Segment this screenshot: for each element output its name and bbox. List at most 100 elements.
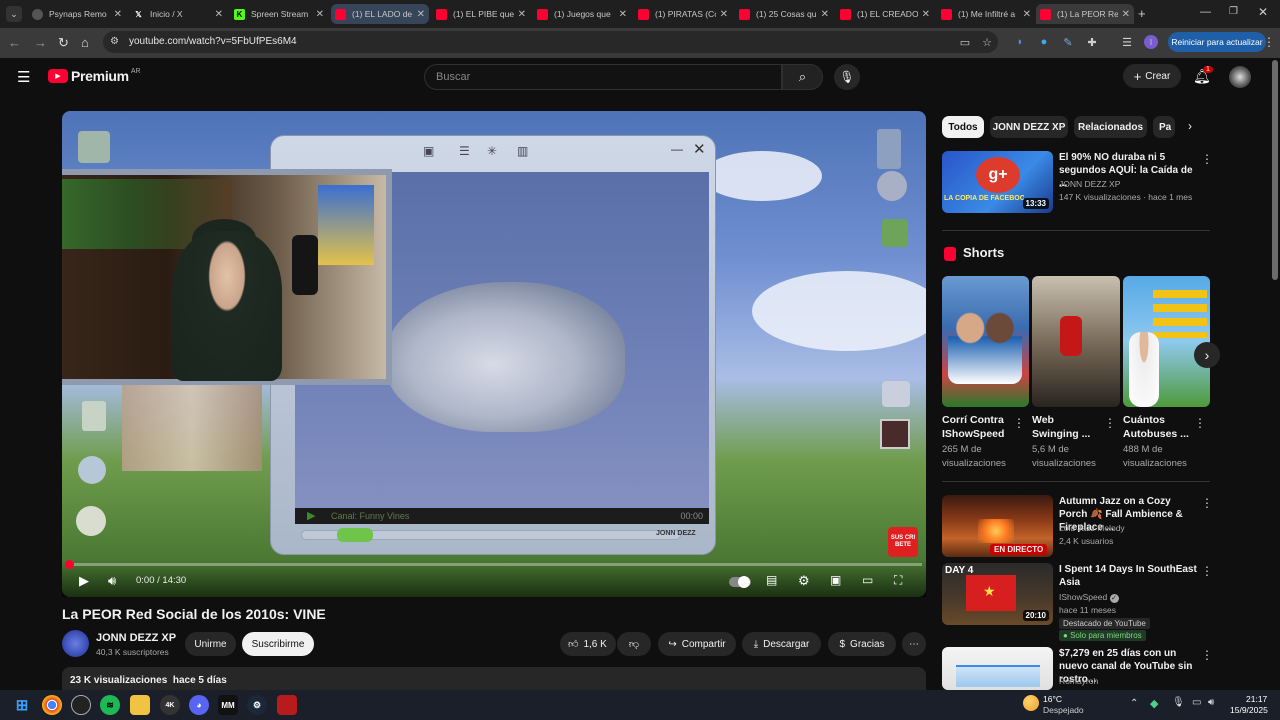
more-vertical-icon[interactable]: ⋮ bbox=[1013, 416, 1025, 430]
like-button[interactable]: 👍︎ 1,6 K bbox=[560, 632, 616, 656]
close-window-icon[interactable]: ✕ bbox=[1258, 5, 1268, 19]
chip-more[interactable]: Pa bbox=[1153, 116, 1175, 138]
miniplayer-icon[interactable]: ▣ bbox=[830, 573, 841, 587]
maximize-icon[interactable]: ❐ bbox=[1229, 6, 1238, 17]
site-info-icon[interactable]: ⚙ bbox=[110, 36, 119, 47]
windows-start-icon[interactable]: ⊞ bbox=[12, 695, 32, 715]
subscribe-button[interactable]: Suscribirme bbox=[242, 632, 314, 656]
obs-icon[interactable] bbox=[71, 695, 91, 715]
autoplay-toggle[interactable] bbox=[729, 576, 751, 588]
weather-condition[interactable]: Despejado bbox=[1043, 705, 1084, 715]
account-avatar[interactable] bbox=[1229, 66, 1251, 88]
install-app-icon[interactable]: ▭ bbox=[958, 35, 972, 49]
channel-avatar[interactable] bbox=[62, 630, 89, 657]
close-tab-icon[interactable]: ✕ bbox=[821, 9, 829, 20]
clock-time[interactable]: 21:17 bbox=[1246, 694, 1267, 704]
hamburger-menu-icon[interactable]: ☰ bbox=[17, 68, 30, 86]
spotify-icon[interactable]: ≋ bbox=[100, 695, 120, 715]
more-vertical-icon[interactable]: ⋮ bbox=[1194, 416, 1206, 430]
channel-name[interactable]: JONN DEZZ XP bbox=[96, 632, 176, 644]
progress-scrubber-dot[interactable] bbox=[65, 560, 74, 569]
rec-video-title[interactable]: I Spent 14 Days In SouthEast Asia bbox=[1059, 563, 1199, 589]
close-tab-icon[interactable]: ✕ bbox=[1122, 9, 1130, 20]
browser-tab[interactable]: (1) EL LADO de ✕ bbox=[331, 4, 429, 24]
more-vertical-icon[interactable]: ⋮ bbox=[1201, 648, 1213, 662]
short-thumbnail[interactable] bbox=[942, 276, 1029, 407]
chip-channel[interactable]: JONN DEZZ XP bbox=[990, 116, 1068, 138]
reload-icon[interactable]: ↻ bbox=[58, 35, 69, 51]
browser-menu-icon[interactable]: ⋮ bbox=[1263, 35, 1275, 49]
tab-search-button[interactable]: ⌄ bbox=[6, 6, 22, 22]
close-tab-icon[interactable]: ✕ bbox=[619, 9, 627, 20]
forward-icon[interactable]: → bbox=[34, 35, 47, 50]
dislike-button[interactable]: 👎︎ bbox=[617, 632, 651, 656]
create-button[interactable]: + Crear bbox=[1123, 64, 1181, 88]
temperature[interactable]: 16°C bbox=[1043, 694, 1062, 704]
short-title[interactable]: Cuántos Autobuses ... bbox=[1123, 413, 1191, 441]
share-button[interactable]: ↪ Compartir bbox=[658, 632, 736, 656]
close-tab-icon[interactable]: ✕ bbox=[720, 9, 728, 20]
chip-all[interactable]: Todos bbox=[942, 116, 984, 138]
browser-tab-active[interactable]: (1) La PEOR Re ✕ bbox=[1036, 4, 1134, 24]
extension-icon[interactable]: ✎ bbox=[1061, 35, 1075, 49]
profile-avatar[interactable]: I bbox=[1144, 35, 1158, 49]
app-icon[interactable]: MM bbox=[218, 695, 238, 715]
short-title[interactable]: Corrí Contra IShowSpeed bbox=[942, 413, 1010, 441]
close-tab-icon[interactable]: ✕ bbox=[316, 9, 324, 20]
close-tab-icon[interactable]: ✕ bbox=[215, 9, 223, 20]
youtube-logo[interactable]: ▶ Premium AR bbox=[48, 68, 141, 84]
thanks-button[interactable]: $ Gracias bbox=[828, 632, 896, 656]
theater-mode-icon[interactable]: ▭ bbox=[862, 573, 873, 587]
search-button[interactable]: ⌕ bbox=[782, 64, 823, 90]
clock-date[interactable]: 15/9/2025 bbox=[1230, 705, 1268, 715]
rec-channel-name[interactable]: Romayroh bbox=[1059, 675, 1098, 688]
chevron-right-icon[interactable]: › bbox=[1188, 119, 1192, 133]
video-player[interactable]: SUS CRI BETE ▣ ☰ ✳ ▥ — ✕ ▶ Canal: Funny … bbox=[62, 111, 926, 597]
chrome-icon[interactable] bbox=[42, 695, 62, 715]
short-title[interactable]: Web Swinging ... bbox=[1032, 413, 1100, 441]
new-tab-icon[interactable]: + bbox=[1138, 6, 1146, 21]
short-thumbnail[interactable] bbox=[1123, 276, 1210, 407]
more-vertical-icon[interactable]: ⋮ bbox=[1201, 152, 1213, 166]
voice-search-button[interactable]: 🎙 bbox=[834, 64, 860, 90]
more-vertical-icon[interactable]: ⋮ bbox=[1201, 564, 1213, 578]
browser-tab[interactable]: (1) Juegos que ✕ bbox=[533, 4, 631, 24]
more-actions-button[interactable]: ⋯ bbox=[902, 632, 926, 656]
video-thumbnail[interactable]: g+ LA COPIA DE FACEBOOK 13:33 bbox=[942, 151, 1053, 213]
browser-tab[interactable]: (1) EL CREADO ✕ bbox=[836, 4, 934, 24]
browser-tab[interactable]: K Spreen Stream ✕ bbox=[230, 4, 328, 24]
back-icon[interactable]: ← bbox=[8, 35, 21, 50]
tray-expand-icon[interactable]: ⌃ bbox=[1130, 698, 1138, 709]
browser-tab[interactable]: (1) EL PIBE que ✕ bbox=[432, 4, 530, 24]
more-vertical-icon[interactable]: ⋮ bbox=[1104, 416, 1116, 430]
more-vertical-icon[interactable]: ⋮ bbox=[1201, 496, 1213, 510]
settings-gear-icon[interactable]: ⚙ bbox=[798, 573, 810, 589]
browser-tab[interactable]: (1) Me Infiltré a ✕ bbox=[937, 4, 1035, 24]
address-bar[interactable]: youtube.com/watch?v=5FbUfPEs6M4 bbox=[103, 31, 998, 53]
browser-tab[interactable]: Psynaps Remo ✕ bbox=[28, 4, 126, 24]
minimize-icon[interactable]: — bbox=[1200, 6, 1211, 18]
tray-app-icon[interactable]: ◆ bbox=[1150, 697, 1158, 710]
page-scrollbar[interactable] bbox=[1272, 60, 1278, 280]
rec-channel-name[interactable]: JONN DEZZ XP bbox=[1059, 178, 1120, 191]
close-tab-icon[interactable]: ✕ bbox=[518, 9, 526, 20]
volume-icon[interactable]: 🔊︎ bbox=[108, 573, 116, 589]
file-explorer-icon[interactable] bbox=[130, 695, 150, 715]
video-thumbnail[interactable]: DAY 4 ★ 20:10 bbox=[942, 563, 1053, 625]
close-tab-icon[interactable]: ✕ bbox=[922, 9, 930, 20]
extension-icon[interactable]: ● bbox=[1037, 35, 1051, 49]
fullscreen-icon[interactable]: ⛶ bbox=[894, 573, 902, 588]
network-icon[interactable]: ▭ bbox=[1192, 697, 1201, 708]
short-thumbnail[interactable] bbox=[1032, 276, 1120, 407]
browser-tab[interactable]: (1) PIRATAS (Co ✕ bbox=[634, 4, 732, 24]
subtitles-icon[interactable]: ▤ bbox=[766, 573, 777, 587]
chip-related[interactable]: Relacionados bbox=[1074, 116, 1147, 138]
extensions-puzzle-icon[interactable]: ✚ bbox=[1085, 35, 1099, 49]
bookmark-star-icon[interactable]: ☆ bbox=[980, 35, 994, 49]
app-icon[interactable] bbox=[277, 695, 297, 715]
video-thumbnail[interactable] bbox=[942, 647, 1053, 690]
close-tab-icon[interactable]: ✕ bbox=[1023, 9, 1031, 20]
extension-icon[interactable]: ◗ bbox=[1013, 35, 1027, 49]
shorts-next-button[interactable]: › bbox=[1194, 342, 1220, 368]
home-icon[interactable]: ⌂ bbox=[81, 35, 89, 50]
